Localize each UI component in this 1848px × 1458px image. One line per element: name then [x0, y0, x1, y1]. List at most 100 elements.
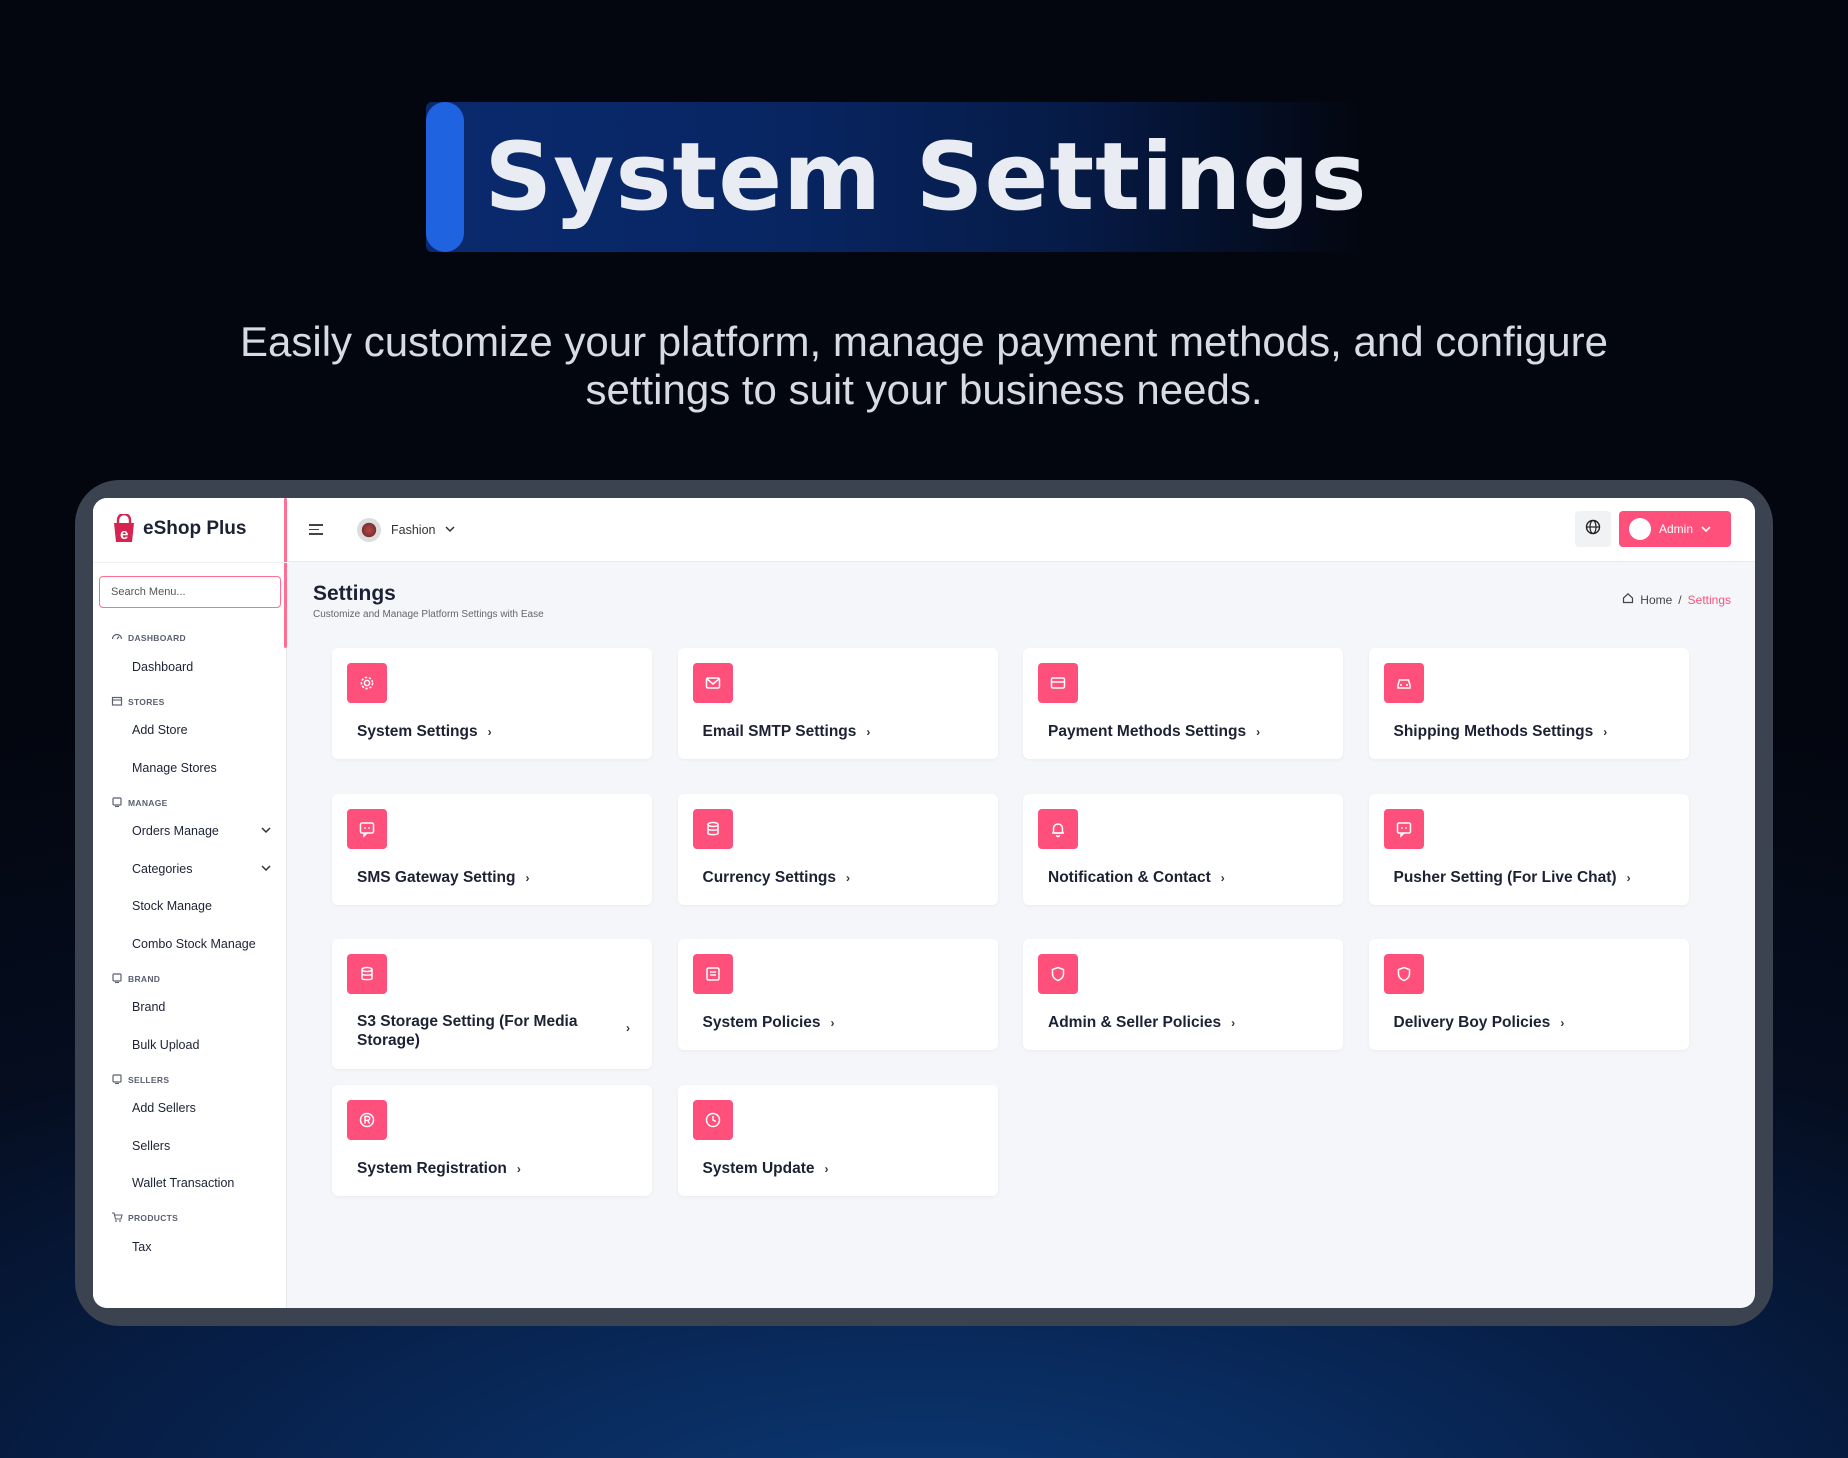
hamburger-menu-icon[interactable]: [309, 524, 323, 538]
breadcrumb-home-link[interactable]: Home: [1640, 593, 1672, 607]
chevron-right-icon: ›: [525, 870, 530, 885]
nav-section-header: SELLERS: [93, 1070, 287, 1090]
hero-subtitle-line: Easily customize your platform, manage p…: [239, 318, 1608, 365]
sidebar-item-bulk-upload[interactable]: Bulk Upload: [93, 1026, 287, 1064]
settings-card-label: Payment Methods Settings ›: [1048, 722, 1260, 742]
settings-card-system-policies[interactable]: System Policies ›: [677, 939, 998, 1050]
settings-card-s3-storage-setting-for-media-storage[interactable]: S3 Storage Setting (For Media Storage) ›: [332, 939, 652, 1069]
sidebar-item-stock-manage[interactable]: Stock Manage: [93, 888, 287, 926]
gauge-icon: [111, 631, 123, 645]
nav-section-header: MANAGE: [93, 793, 287, 813]
square-icon: [111, 1073, 123, 1087]
database-icon: [347, 954, 387, 994]
sidebar-item-categories[interactable]: Categories: [93, 850, 287, 888]
page-title: Settings: [313, 582, 396, 605]
page-header: Settings Customize and Manage Platform S…: [313, 582, 544, 620]
chevron-right-icon: ›: [487, 725, 492, 739]
settings-card-admin-seller-policies[interactable]: Admin & Seller Policies ›: [1023, 939, 1343, 1050]
clock-icon: [692, 1099, 733, 1140]
credit-card-icon: [1038, 663, 1078, 703]
brand-name: eShop Plus: [143, 518, 247, 539]
settings-card-label: Notification & Contact ›: [1048, 868, 1225, 888]
home-icon[interactable]: [1622, 592, 1634, 607]
admin-menu-button[interactable]: Admin: [1619, 511, 1731, 547]
admin-label: Admin: [1659, 522, 1694, 536]
store-switcher[interactable]: Fashion: [357, 518, 456, 542]
breadcrumb-separator: /: [1678, 592, 1682, 607]
settings-card-delivery-boy-policies[interactable]: Delivery Boy Policies ›: [1368, 939, 1689, 1050]
nav-section-label: STORES: [128, 696, 165, 707]
chevron-right-icon: ›: [1626, 870, 1631, 885]
app-screen: e eShop Plus Search Menu... DASHBOARD Das…: [93, 498, 1755, 1308]
sidebar-item-brand[interactable]: Brand: [93, 989, 287, 1027]
sidebar-item-label: Wallet Transaction: [132, 1176, 235, 1191]
sidebar-item-combo-stock-manage[interactable]: Combo Stock Manage: [93, 925, 287, 963]
chevron-right-icon: ›: [1560, 1016, 1565, 1030]
hero-subtitle: Easily customize your platform, manage p…: [160, 318, 1688, 414]
nav-section-header: DASHBOARD: [93, 628, 287, 648]
square-icon: [111, 972, 123, 986]
settings-card-label: Email SMTP Settings ›: [703, 722, 871, 742]
page-subtitle: Customize and Manage Platform Settings w…: [313, 609, 544, 620]
sidebar-item-label: Combo Stock Manage: [132, 936, 256, 951]
sidebar-nav: DASHBOARD Dashboard STORES Add Store Manage …: [93, 622, 287, 1266]
settings-card-label: Delivery Boy Policies ›: [1394, 1013, 1565, 1033]
sidebar: e eShop Plus Search Menu... DASHBOARD Das…: [93, 498, 287, 1308]
settings-card-sms-gateway-setting[interactable]: SMS Gateway Setting ›: [332, 793, 652, 905]
sidebar-item-label: Manage Stores: [132, 760, 217, 775]
settings-card-payment-methods-settings[interactable]: Payment Methods Settings ›: [1023, 648, 1343, 759]
sidebar-item-label: Dashboard: [132, 659, 194, 674]
gear-icon: [347, 663, 387, 703]
settings-card-currency-settings[interactable]: Currency Settings ›: [677, 793, 998, 905]
language-button[interactable]: [1575, 511, 1611, 547]
document-icon: [692, 954, 733, 994]
settings-card-label: Admin & Seller Policies ›: [1048, 1013, 1235, 1033]
sidebar-item-label: Brand: [132, 1000, 166, 1015]
chevron-down-icon: [1701, 522, 1711, 536]
settings-card-title: System Update: [702, 1159, 815, 1177]
sidebar-item-label: Add Store: [132, 723, 188, 738]
settings-card-email-smtp-settings[interactable]: Email SMTP Settings ›: [677, 648, 998, 759]
breadcrumb-current: Settings: [1687, 592, 1731, 607]
settings-card-notification-contact[interactable]: Notification & Contact ›: [1023, 793, 1343, 905]
shield-icon: [1383, 954, 1424, 994]
settings-card-title: Currency Settings: [702, 868, 837, 886]
sidebar-item-sellers[interactable]: Sellers: [93, 1127, 287, 1165]
chevron-right-icon: ›: [516, 1161, 521, 1176]
store-name: Fashion: [391, 523, 436, 537]
sidebar-item-dashboard[interactable]: Dashboard: [93, 648, 287, 686]
settings-card-title: Payment Methods Settings: [1048, 723, 1247, 740]
chevron-down-icon: [445, 524, 456, 536]
mail-icon: [692, 663, 733, 703]
brand-logo[interactable]: e eShop Plus: [111, 512, 247, 544]
sidebar-item-orders-manage[interactable]: Orders Manage: [93, 813, 287, 851]
settings-card-system-update[interactable]: System Update ›: [677, 1084, 998, 1196]
settings-card-label: Pusher Setting (For Live Chat) ›: [1394, 868, 1631, 888]
chevron-right-icon: ›: [626, 1021, 630, 1035]
settings-card-label: System Settings ›: [357, 722, 492, 742]
search-menu-input[interactable]: Search Menu...: [99, 576, 281, 608]
settings-card-title: Notification & Contact: [1048, 868, 1211, 886]
sidebar-item-wallet-transaction[interactable]: Wallet Transaction: [93, 1165, 287, 1203]
chevron-down-icon: [261, 863, 271, 875]
settings-card-label: System Registration ›: [357, 1159, 521, 1179]
breadcrumb: Home / Settings: [1622, 592, 1731, 607]
settings-card-label: S3 Storage Setting (For Media Storage): [357, 1012, 607, 1050]
nav-section-header: STORES: [93, 692, 287, 712]
settings-card-shipping-methods-settings[interactable]: Shipping Methods Settings ›: [1368, 648, 1689, 759]
sidebar-item-tax[interactable]: Tax: [93, 1228, 287, 1266]
settings-card-system-registration[interactable]: System Registration ›: [332, 1084, 652, 1196]
settings-card-pusher-setting-for-live-chat[interactable]: Pusher Setting (For Live Chat) ›: [1368, 793, 1689, 905]
settings-card-title: Pusher Setting (For Live Chat): [1393, 868, 1617, 886]
settings-card-system-settings[interactable]: System Settings ›: [332, 648, 652, 759]
settings-card-title: Delivery Boy Policies: [1393, 1014, 1551, 1031]
settings-card-title: System Settings: [357, 723, 478, 740]
sidebar-item-add-sellers[interactable]: Add Sellers: [93, 1090, 287, 1128]
chevron-right-icon: ›: [866, 725, 871, 739]
sidebar-item-add-store[interactable]: Add Store: [93, 712, 287, 750]
square-icon: [111, 796, 123, 810]
chevron-right-icon: ›: [846, 870, 851, 885]
chevron-right-icon: ›: [1220, 870, 1225, 885]
sidebar-item-manage-stores[interactable]: Manage Stores: [93, 749, 287, 787]
sidebar-item-label: Bulk Upload: [132, 1037, 200, 1052]
